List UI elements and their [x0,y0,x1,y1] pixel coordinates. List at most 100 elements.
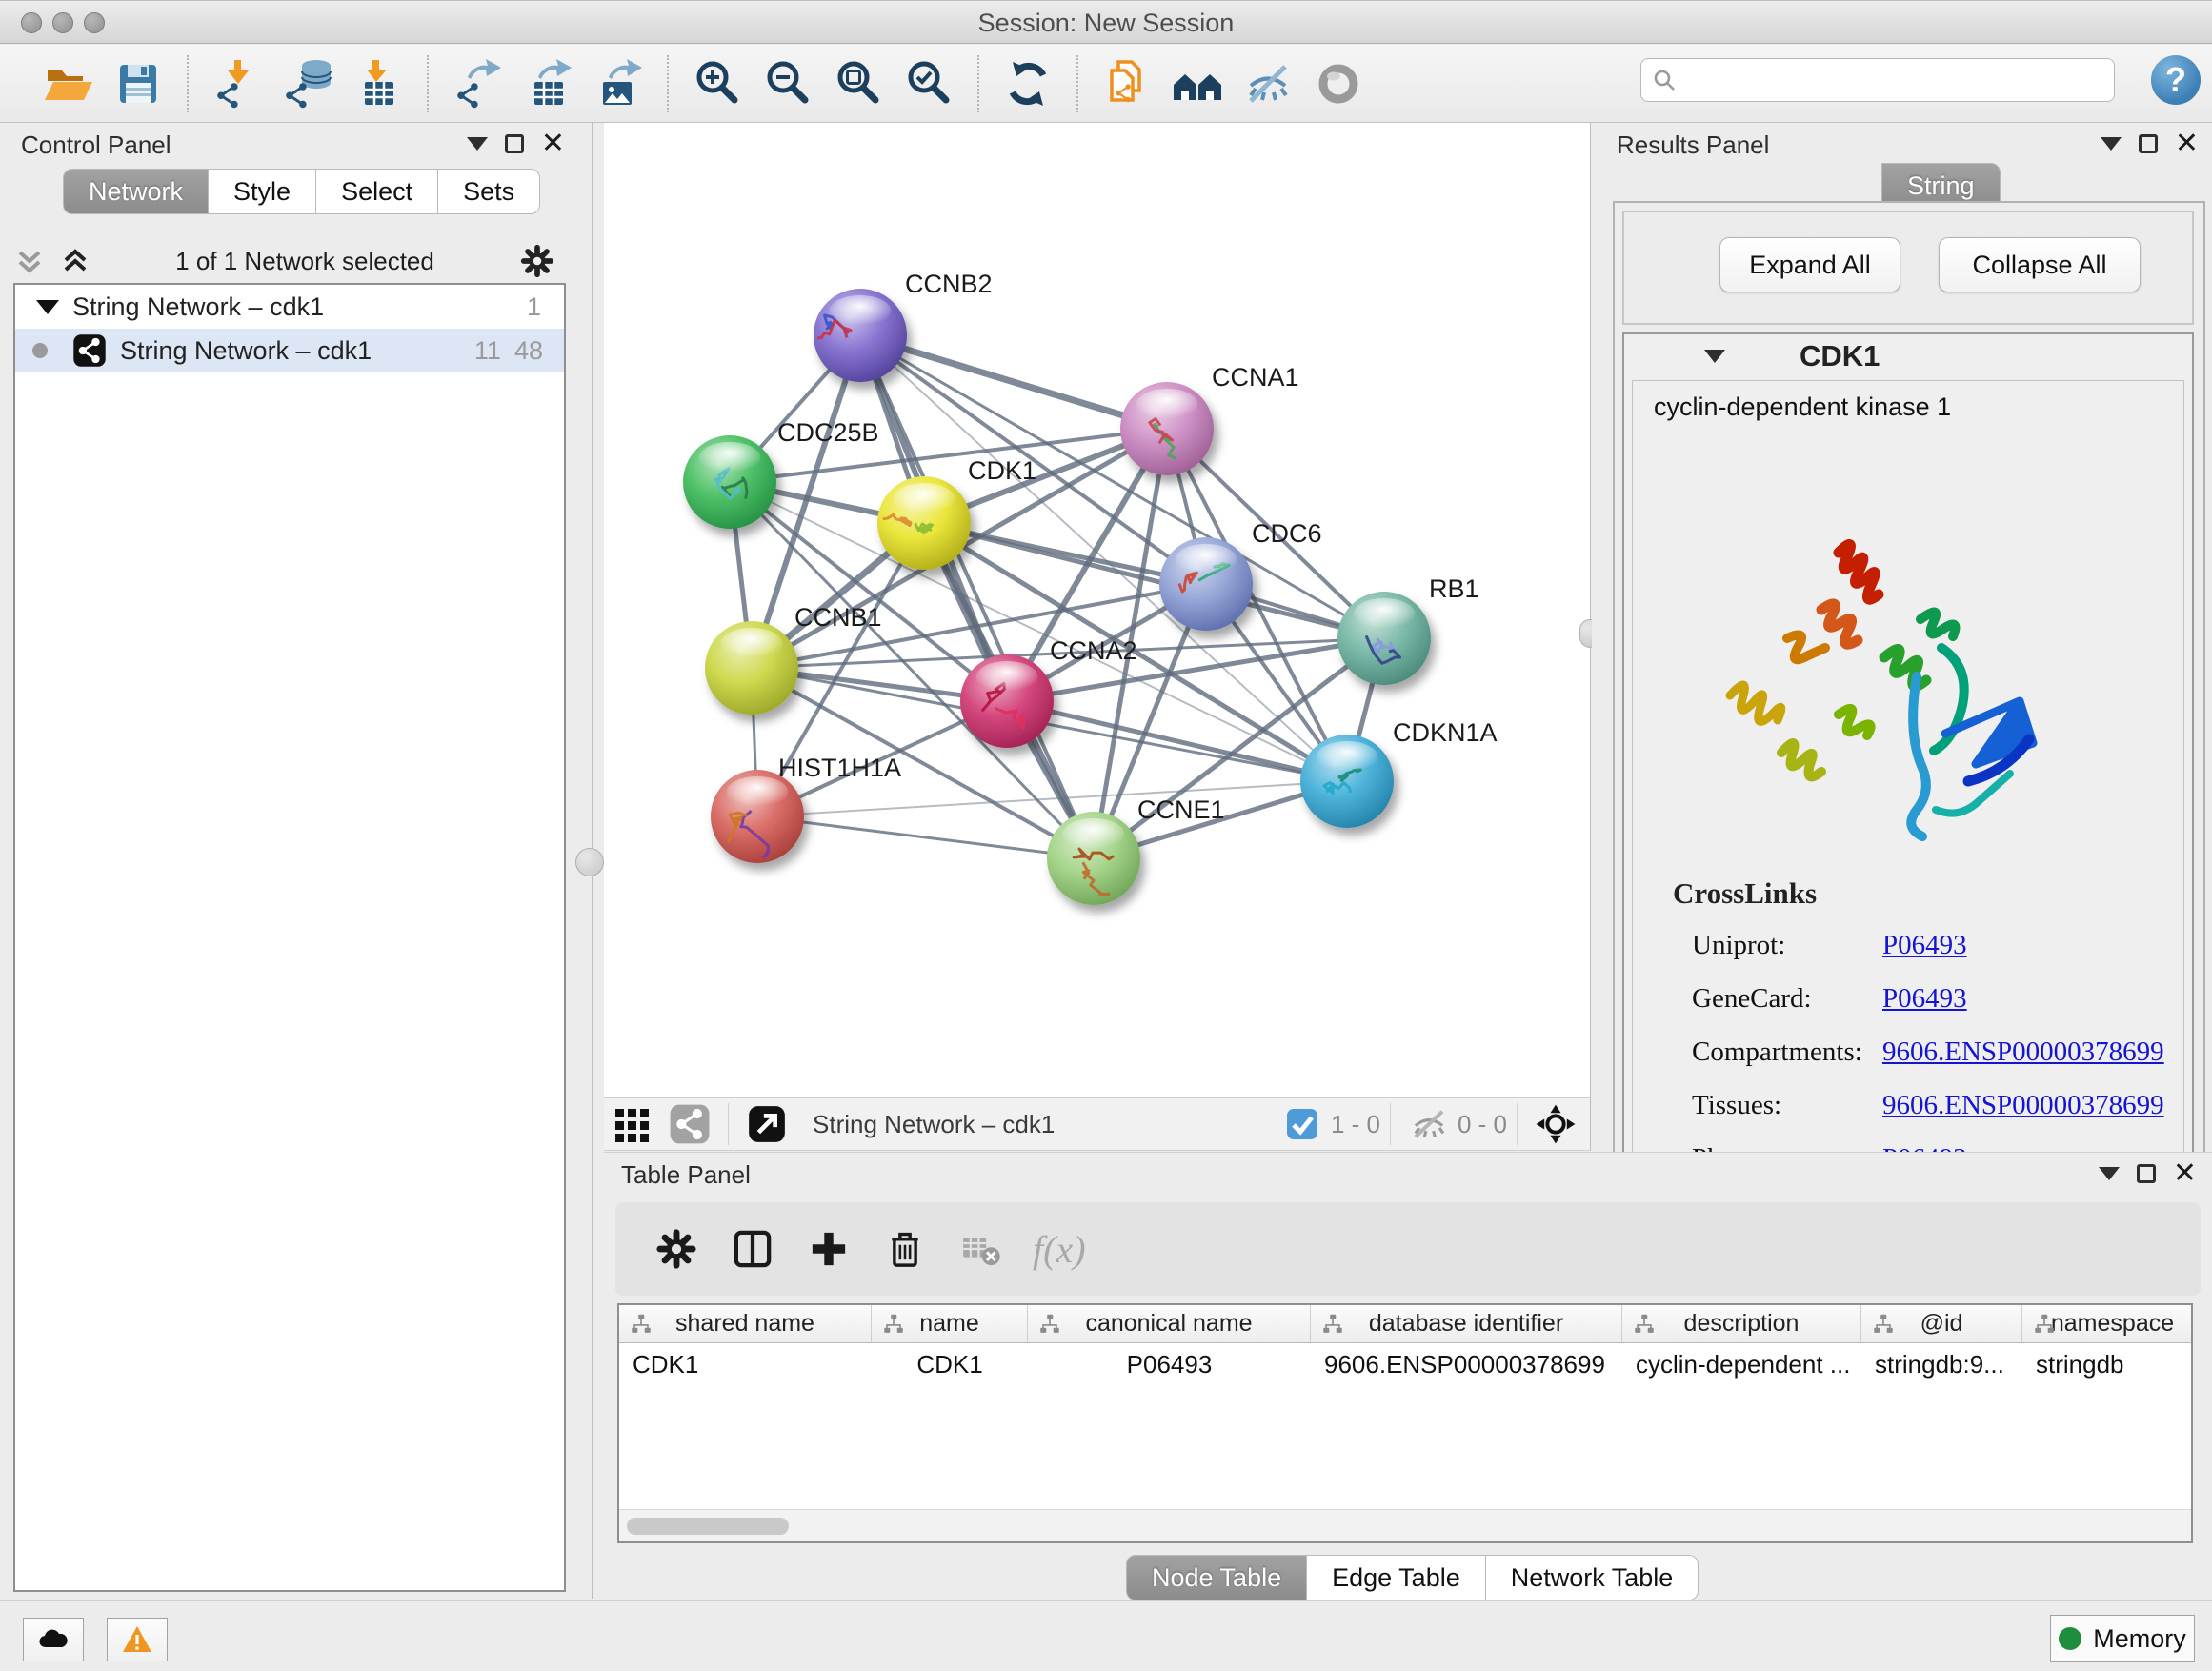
refresh-icon[interactable] [1000,56,1056,111]
crosslink-link[interactable]: P06493 [1882,930,1967,961]
node-CDKN1A[interactable]: CDKN1A [1300,718,1498,828]
edge-CCNA2-CDKN1A[interactable] [1007,701,1347,781]
collapse-entry-icon[interactable] [1704,350,1725,363]
cloud-status-button[interactable] [23,1618,84,1661]
export-table-icon[interactable] [520,56,575,111]
help-button[interactable]: ? [2151,55,2201,105]
tab-sets[interactable]: Sets [438,169,540,214]
table-cell[interactable]: stringdb:9... [1861,1350,2022,1379]
export-image-icon[interactable] [591,56,646,111]
network-canvas[interactable]: CCNB2CCNA1CDC25BCDK1CDC6RB1CCNB1CCNA2CDK… [604,123,1591,1097]
panel-menu-icon[interactable] [467,137,488,151]
protein-structure-image [1696,495,2077,867]
tab-network-table[interactable]: Network Table [1486,1555,1699,1601]
crosslink-link[interactable]: 9606.ENSP00000378699 [1882,1037,2164,1068]
network-collection-row[interactable]: String Network – cdk1 1 [15,285,564,329]
node-CCNB1[interactable]: CCNB1 [705,603,882,715]
svg-text:HIST1H1A: HIST1H1A [778,754,901,782]
tab-style[interactable]: Style [209,169,316,214]
open-in-window-icon[interactable] [746,1103,788,1145]
close-panel-button[interactable]: ✕ [541,134,565,153]
delete-column-trash-icon[interactable] [878,1222,932,1276]
column-header-shared-name[interactable]: shared name [619,1305,872,1342]
table-horizontal-scrollbar[interactable] [627,1518,789,1535]
float-panel-button[interactable] [2139,134,2158,153]
collapse-all-button[interactable]: Collapse All [1939,237,2141,292]
table-cell[interactable]: CDK1 [872,1350,1028,1379]
zoom-fit-icon[interactable] [831,56,886,111]
node-CDC6[interactable]: CDC6 [1159,519,1322,631]
zoom-in-icon[interactable] [690,56,745,111]
search-input[interactable] [1678,61,2114,99]
node-CCNA1[interactable]: CCNA1 [1120,363,1299,475]
warning-button[interactable] [107,1618,168,1661]
node-CDC25B[interactable]: CDC25B [683,418,879,529]
table-cell[interactable]: cyclin-dependent ... [1622,1350,1861,1379]
add-column-icon[interactable] [802,1222,855,1276]
close-panel-button[interactable]: ✕ [2175,134,2199,153]
crosslink-link[interactable]: P06493 [1882,983,1967,1015]
gene-entry-header[interactable]: CDK1 [1624,334,2192,378]
tab-edge-table[interactable]: Edge Table [1307,1555,1486,1601]
save-session-icon[interactable] [111,56,166,111]
hidden-eye-icon[interactable] [1408,1103,1450,1145]
table-row[interactable]: CDK1CDK1P064939606.ENSP00000378699cyclin… [619,1343,2191,1385]
node-CDK1[interactable]: CDK1 [877,456,1036,570]
import-network-icon[interactable] [210,56,265,111]
hidden-counts: 0 - 0 [1458,1110,1507,1139]
collapse-icon[interactable] [36,300,59,314]
first-neighbors-icon[interactable] [1170,56,1225,111]
node-RB1[interactable]: RB1 [1337,574,1479,685]
gear-icon[interactable] [518,242,556,280]
network-row[interactable]: String Network – cdk1 11 48 [15,329,564,372]
svg-text:CCNB1: CCNB1 [794,603,882,632]
edge-HIST1H1A-CCNE1[interactable] [757,816,1094,858]
expand-all-icon[interactable] [59,245,91,277]
column-header-name[interactable]: name [872,1305,1028,1342]
tab-select[interactable]: Select [316,169,438,214]
search-box[interactable] [1640,58,2115,102]
column-header-@id[interactable]: @id [1861,1305,2022,1342]
float-panel-button[interactable] [2137,1164,2156,1183]
show-all-icon[interactable] [1311,56,1366,111]
column-header-database-identifier[interactable]: database identifier [1311,1305,1622,1342]
collapse-all-icon[interactable] [13,245,46,277]
float-panel-button[interactable] [505,134,524,153]
import-table-icon[interactable] [351,56,406,111]
node-HIST1H1A[interactable]: HIST1H1A [711,754,901,863]
left-splitter-handle[interactable] [575,848,604,876]
grid-view-icon[interactable] [612,1103,654,1145]
table-cell[interactable]: 9606.ENSP00000378699 [1311,1350,1622,1379]
import-database-icon[interactable] [280,56,335,111]
panel-menu-icon[interactable] [2099,1167,2120,1180]
node-table[interactable]: shared name name canonical name database… [617,1303,2193,1543]
show-columns-icon[interactable] [726,1222,779,1276]
edge-CCNB2-CCNA1[interactable] [860,335,1167,429]
export-network-icon[interactable] [450,56,505,111]
expand-all-button[interactable]: Expand All [1719,237,1900,292]
open-session-icon[interactable] [40,56,95,111]
zoom-selected-icon[interactable] [901,56,956,111]
selected-checkbox-icon[interactable] [1281,1103,1323,1145]
svg-text:CCNE1: CCNE1 [1137,795,1225,824]
table-settings-gear-icon[interactable] [650,1222,703,1276]
crosslink-row: Compartments:9606.ENSP00000378699 [1633,1025,2183,1078]
table-cell[interactable]: CDK1 [619,1350,872,1379]
column-header-description[interactable]: description [1622,1305,1861,1342]
hide-selected-icon[interactable] [1240,56,1296,111]
crosslink-label: Uniprot: [1692,930,1882,961]
close-panel-button[interactable]: ✕ [2173,1164,2197,1183]
column-header-namespace[interactable]: namespace [2022,1305,2193,1342]
memory-button[interactable]: Memory [2050,1615,2195,1662]
share-network-icon[interactable] [669,1103,711,1145]
column-header-canonical-name[interactable]: canonical name [1028,1305,1311,1342]
tab-node-table[interactable]: Node Table [1126,1555,1307,1601]
copy-document-icon[interactable] [1099,56,1155,111]
table-cell[interactable]: stringdb [2022,1350,2193,1379]
zoom-out-icon[interactable] [760,56,815,111]
table-cell[interactable]: P06493 [1028,1350,1311,1379]
tab-network[interactable]: Network [63,169,209,214]
birdseye-view-icon[interactable] [1535,1103,1577,1145]
panel-menu-icon[interactable] [2101,137,2122,151]
crosslink-link[interactable]: 9606.ENSP00000378699 [1882,1090,2164,1121]
